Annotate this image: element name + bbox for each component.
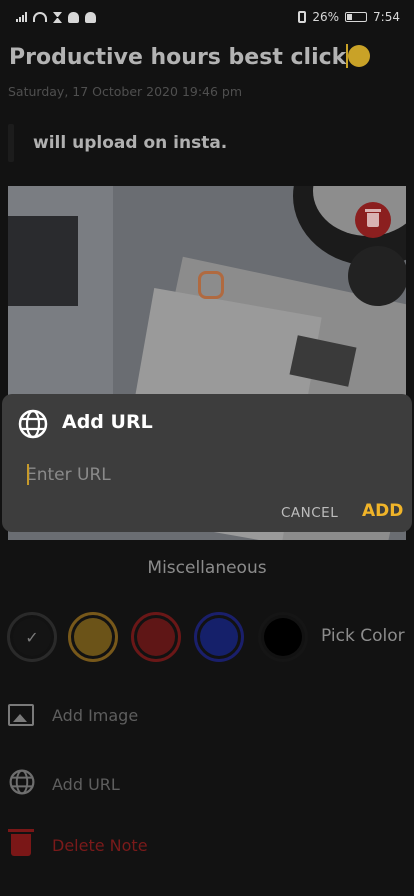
cancel-button[interactable]: CANCEL	[281, 505, 338, 521]
status-bar-left	[16, 11, 96, 23]
photo-keyboard	[8, 216, 78, 306]
add-button[interactable]: ADD	[362, 501, 403, 521]
color-dot-red	[137, 618, 175, 656]
note-title[interactable]: Productive hours best click	[9, 44, 371, 70]
clock: 7:54	[373, 10, 400, 24]
emoji-icon	[348, 45, 371, 67]
color-option-yellow[interactable]	[68, 612, 118, 662]
note-subtitle[interactable]: will upload on insta.	[33, 133, 227, 153]
color-option-blue[interactable]	[194, 612, 244, 662]
battery-fill	[347, 14, 353, 20]
snapchat-icon-2	[85, 11, 96, 23]
pick-color-label: Pick Color	[321, 626, 405, 646]
battery-icon	[345, 12, 368, 22]
add-url-label: Add URL	[52, 774, 120, 794]
note-date: Saturday, 17 October 2020 19:46 pm	[8, 84, 243, 99]
color-option-default[interactable]: ✓	[7, 612, 57, 662]
photo-paperclip	[198, 271, 224, 299]
delete-image-button[interactable]	[355, 202, 391, 238]
dialog-title: Add URL	[62, 411, 153, 433]
color-dot-yellow	[74, 618, 112, 656]
input-caret	[27, 464, 29, 485]
snapchat-icon	[68, 11, 79, 23]
vibrate-icon	[298, 11, 307, 23]
color-option-red[interactable]	[131, 612, 181, 662]
trash-icon	[8, 829, 34, 856]
globe-icon	[8, 768, 36, 800]
color-dot-black	[264, 618, 302, 656]
delete-note-label: Delete Note	[52, 835, 148, 855]
add-image-label: Add Image	[52, 705, 139, 725]
delete-note-option[interactable]: Delete Note	[8, 829, 148, 856]
globe-icon	[17, 408, 49, 444]
color-dot-blue	[200, 618, 238, 656]
url-input[interactable]	[26, 462, 386, 488]
hourglass-icon	[53, 11, 62, 23]
add-url-option[interactable]: Add URL	[8, 768, 120, 800]
color-option-black[interactable]	[258, 612, 308, 662]
check-icon: ✓	[13, 618, 51, 656]
note-title-text: Productive hours best click	[9, 45, 347, 70]
status-bar: 26% 7:54	[0, 0, 414, 34]
trash-icon	[365, 209, 381, 227]
add-url-dialog: Add URL CANCEL ADD	[2, 394, 412, 532]
signal-icon	[16, 12, 27, 22]
image-icon	[8, 704, 34, 726]
status-bar-right: 26% 7:54	[298, 10, 400, 24]
misc-title: Miscellaneous	[147, 558, 267, 578]
add-image-option[interactable]: Add Image	[8, 704, 138, 726]
battery-percent: 26%	[312, 10, 340, 24]
photo-cup-ring	[348, 246, 406, 306]
subtitle-indicator	[8, 124, 14, 162]
wifi-icon	[33, 12, 47, 22]
